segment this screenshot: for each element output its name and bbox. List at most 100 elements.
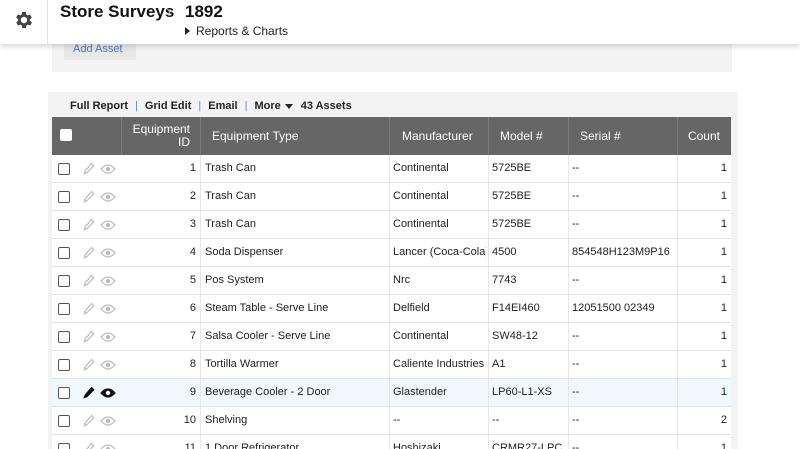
app-header: Store Surveys › 1892 Reports & Charts — [0, 0, 800, 44]
table-row[interactable]: 1 Trash Can Continental 5725BE -- 1 — [52, 155, 731, 183]
table-row[interactable]: 11 1 Door Refrigerator Hoshizaki CRMR27-LPC… — [52, 435, 731, 449]
row-checkbox[interactable] — [58, 415, 70, 427]
cell-equipment-type: Shelving — [205, 414, 248, 426]
view-eye-icon[interactable] — [100, 247, 116, 259]
cell-divider — [389, 379, 390, 406]
select-all-checkbox[interactable] — [60, 129, 72, 141]
table-row[interactable]: 3 Trash Can Continental 5725BE -- 1 — [52, 211, 731, 239]
breadcrumb-separator: › — [166, 3, 172, 20]
column-serial[interactable]: Serial # — [568, 117, 677, 155]
table-row[interactable]: 6 Steam Table - Serve Line Delfield F14EI46… — [52, 295, 731, 323]
column-equipment-type[interactable]: Equipment Type — [200, 117, 389, 155]
table-row[interactable]: 7 Salsa Cooler - Serve Line Continental SW4… — [52, 323, 731, 351]
cell-equipment-id: 6 — [189, 302, 196, 314]
edit-pencil-icon[interactable] — [83, 442, 95, 449]
edit-pencil-icon[interactable] — [83, 358, 95, 372]
cell-serial: 12051500 02349 — [572, 302, 655, 314]
cell-divider — [677, 323, 678, 350]
row-checkbox[interactable] — [58, 275, 70, 287]
cell-divider — [677, 435, 678, 449]
column-model[interactable]: Model # — [488, 117, 568, 155]
cell-manufacturer: Delfield — [393, 302, 430, 314]
cell-manufacturer: Continental — [393, 330, 449, 342]
cell-manufacturer: Glastender — [393, 386, 447, 398]
view-eye-icon[interactable] — [100, 303, 116, 315]
column-label: ID — [178, 135, 190, 149]
column-count[interactable]: Count — [677, 117, 731, 155]
view-eye-icon[interactable] — [100, 275, 116, 287]
store-number: 1892 — [185, 2, 223, 21]
view-eye-icon[interactable] — [100, 415, 116, 427]
cell-divider — [677, 351, 678, 378]
row-checkbox[interactable] — [58, 443, 70, 449]
table-row[interactable]: 5 Pos System Nrc 7743 -- 1 — [52, 267, 731, 295]
table-row[interactable]: 2 Trash Can Continental 5725BE -- 1 — [52, 183, 731, 211]
edit-pencil-icon[interactable] — [83, 190, 95, 204]
view-eye-icon[interactable] — [100, 331, 116, 343]
table-row[interactable]: 10 Shelving -- -- -- 2 — [52, 407, 731, 435]
table-row[interactable]: 9 Beverage Cooler - 2 Door Glastender LP60-… — [52, 379, 731, 407]
cell-divider — [200, 323, 201, 350]
column-manufacturer[interactable]: Manufacturer — [389, 117, 488, 155]
reports-charts-toggle[interactable]: Reports & Charts — [185, 24, 288, 38]
toolbar-separator: | — [244, 100, 248, 112]
cell-equipment-id: 10 — [183, 414, 196, 426]
view-eye-icon[interactable] — [100, 191, 116, 203]
table-row[interactable]: 4 Soda Dispenser Lancer (Coca-Cola) 4500 854… — [52, 239, 731, 267]
cell-divider — [389, 435, 390, 449]
cell-model: CRMR27-LPC — [492, 442, 563, 449]
cell-equipment-type: Soda Dispenser — [205, 246, 284, 258]
cell-divider — [488, 183, 489, 210]
row-checkbox[interactable] — [58, 359, 70, 371]
cell-divider — [200, 351, 201, 378]
row-checkbox[interactable] — [58, 191, 70, 203]
cell-equipment-type: Trash Can — [205, 190, 256, 202]
column-equipment-id[interactable]: Equipment ID — [121, 117, 200, 155]
view-eye-icon[interactable] — [100, 443, 116, 449]
edit-pencil-icon[interactable] — [83, 330, 95, 344]
cell-divider — [200, 267, 201, 294]
edit-pencil-icon[interactable] — [83, 162, 95, 176]
caret-right-icon — [185, 27, 190, 35]
more-dropdown[interactable]: More — [254, 100, 280, 112]
gear-icon[interactable] — [13, 9, 35, 31]
edit-pencil-icon[interactable] — [83, 386, 95, 400]
view-eye-icon[interactable] — [100, 359, 116, 371]
edit-pencil-icon[interactable] — [83, 414, 95, 428]
row-checkbox[interactable] — [58, 331, 70, 343]
view-eye-icon[interactable] — [100, 219, 116, 231]
cell-equipment-id: 4 — [189, 246, 196, 258]
cell-count: 1 — [720, 190, 727, 202]
cell-model: 7743 — [492, 274, 517, 286]
edit-pencil-icon[interactable] — [83, 302, 95, 316]
edit-pencil-icon[interactable] — [83, 218, 95, 232]
cell-model: -- — [492, 414, 500, 426]
edit-pencil-icon[interactable] — [83, 246, 95, 260]
cell-equipment-id: 2 — [189, 190, 196, 202]
row-checkbox[interactable] — [58, 247, 70, 259]
row-checkbox[interactable] — [58, 163, 70, 175]
app-title[interactable]: Store Surveys — [60, 2, 174, 22]
cell-divider — [389, 407, 390, 434]
table-row[interactable]: 8 Tortilla Warmer Caliente Industries A1 -- 1 — [52, 351, 731, 379]
full-report-link[interactable]: Full Report — [70, 100, 128, 112]
cell-model: LP60-L1-XS — [492, 386, 552, 398]
email-link[interactable]: Email — [208, 100, 237, 112]
view-eye-icon[interactable] — [100, 387, 116, 399]
row-checkbox[interactable] — [58, 303, 70, 315]
cell-manufacturer: Hoshizaki — [393, 442, 441, 449]
row-checkbox[interactable] — [58, 387, 70, 399]
cell-divider — [488, 211, 489, 238]
cell-manufacturer: Lancer (Coca-Cola) — [393, 246, 486, 258]
grid-edit-link[interactable]: Grid Edit — [145, 100, 191, 112]
column-label: Model # — [500, 129, 543, 143]
cell-equipment-id: 8 — [189, 358, 196, 370]
row-checkbox[interactable] — [58, 219, 70, 231]
view-eye-icon[interactable] — [100, 163, 116, 175]
edit-pencil-icon[interactable] — [83, 274, 95, 288]
caret-down-icon[interactable] — [284, 103, 293, 109]
cell-divider — [200, 211, 201, 238]
cell-divider — [677, 211, 678, 238]
cell-manufacturer: Caliente Industries — [393, 358, 485, 370]
cell-count: 1 — [720, 302, 727, 314]
